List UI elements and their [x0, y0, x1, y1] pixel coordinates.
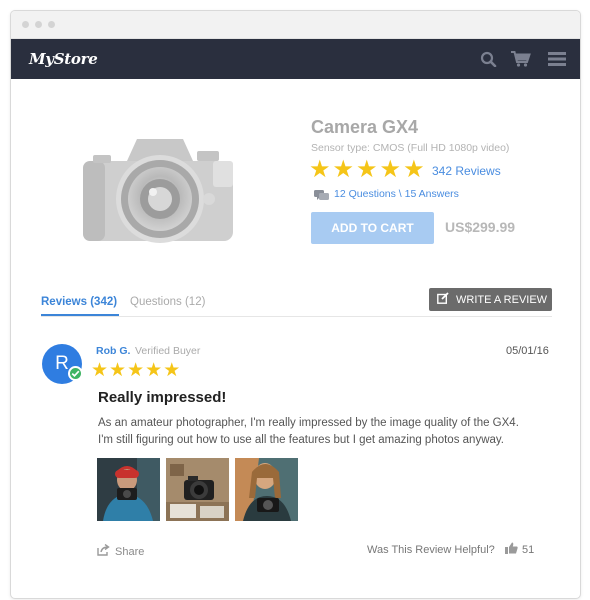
cart-icon[interactable] — [511, 51, 531, 67]
review-body-line: As an amateur photographer, I'm really i… — [98, 417, 519, 429]
window-dot — [22, 21, 29, 28]
window-titlebar — [11, 11, 580, 39]
search-icon[interactable] — [480, 51, 498, 68]
write-review-button[interactable]: WRITE A REVIEW — [429, 288, 552, 311]
tab-questions[interactable]: Questions (12) — [130, 296, 205, 308]
avatar-initial: R — [55, 353, 69, 374]
product-sensor: Sensor type: CMOS (Full HD 1080p video) — [311, 142, 510, 154]
tabs-divider — [41, 316, 552, 317]
menu-icon[interactable] — [548, 51, 566, 67]
helpful-question: Was This Review Helpful? — [367, 544, 495, 556]
reviews-count-link[interactable]: 342 Reviews — [432, 164, 501, 178]
window-dot — [35, 21, 42, 28]
navbar: MyStore — [11, 39, 580, 79]
add-to-cart-button[interactable]: ADD TO CART — [311, 212, 434, 244]
product-price: US$299.99 — [445, 219, 516, 235]
verified-buyer-label: Verified Buyer — [135, 345, 201, 357]
share-label: Share — [115, 545, 145, 558]
star-icon: ★ — [109, 360, 127, 381]
review-body-line: I'm still figuring out how to use all th… — [98, 434, 504, 446]
star-icon: ★ — [379, 156, 402, 183]
product-image[interactable] — [79, 129, 244, 247]
verified-check-icon — [68, 366, 83, 381]
helpful-count: 51 — [522, 543, 535, 556]
chat-icon — [314, 189, 329, 207]
review-photo[interactable] — [235, 458, 298, 521]
star-icon: ★ — [127, 360, 145, 381]
thumbs-up-button[interactable]: 51 — [505, 542, 534, 557]
write-review-label: WRITE A REVIEW — [456, 293, 548, 306]
questions-answers-link[interactable]: 12 Questions \ 15 Answers — [334, 188, 459, 200]
review-photo[interactable] — [97, 458, 160, 521]
reviewer-name[interactable]: Rob G. — [96, 345, 130, 357]
star-icon: ★ — [163, 360, 181, 381]
share-icon — [97, 543, 110, 559]
store-logo[interactable]: MyStore — [29, 50, 98, 68]
edit-icon — [437, 292, 449, 307]
product-rating: ★ ★ ★ ★ ★ — [309, 158, 425, 182]
browser-window: MyStore Camera GX4 Sensor type: CMOS (Fu… — [10, 10, 581, 599]
star-icon: ★ — [145, 360, 163, 381]
product-title: Camera GX4 — [311, 117, 419, 137]
review-photo[interactable] — [166, 458, 229, 521]
review-rating: ★ ★ ★ ★ ★ — [91, 361, 180, 380]
review-body: As an amateur photographer, I'm really i… — [98, 415, 558, 449]
star-icon: ★ — [91, 360, 109, 381]
review-title: Really impressed! — [98, 389, 227, 406]
thumbs-up-icon — [505, 542, 518, 557]
star-icon: ★ — [332, 156, 355, 183]
review-date: 05/01/16 — [506, 345, 549, 357]
star-icon: ★ — [356, 156, 378, 183]
tab-reviews[interactable]: Reviews (342) — [41, 296, 117, 308]
star-icon: ★ — [309, 156, 331, 183]
share-button[interactable]: Share — [97, 543, 145, 559]
star-icon: ★ — [403, 156, 425, 183]
window-dot — [48, 21, 55, 28]
